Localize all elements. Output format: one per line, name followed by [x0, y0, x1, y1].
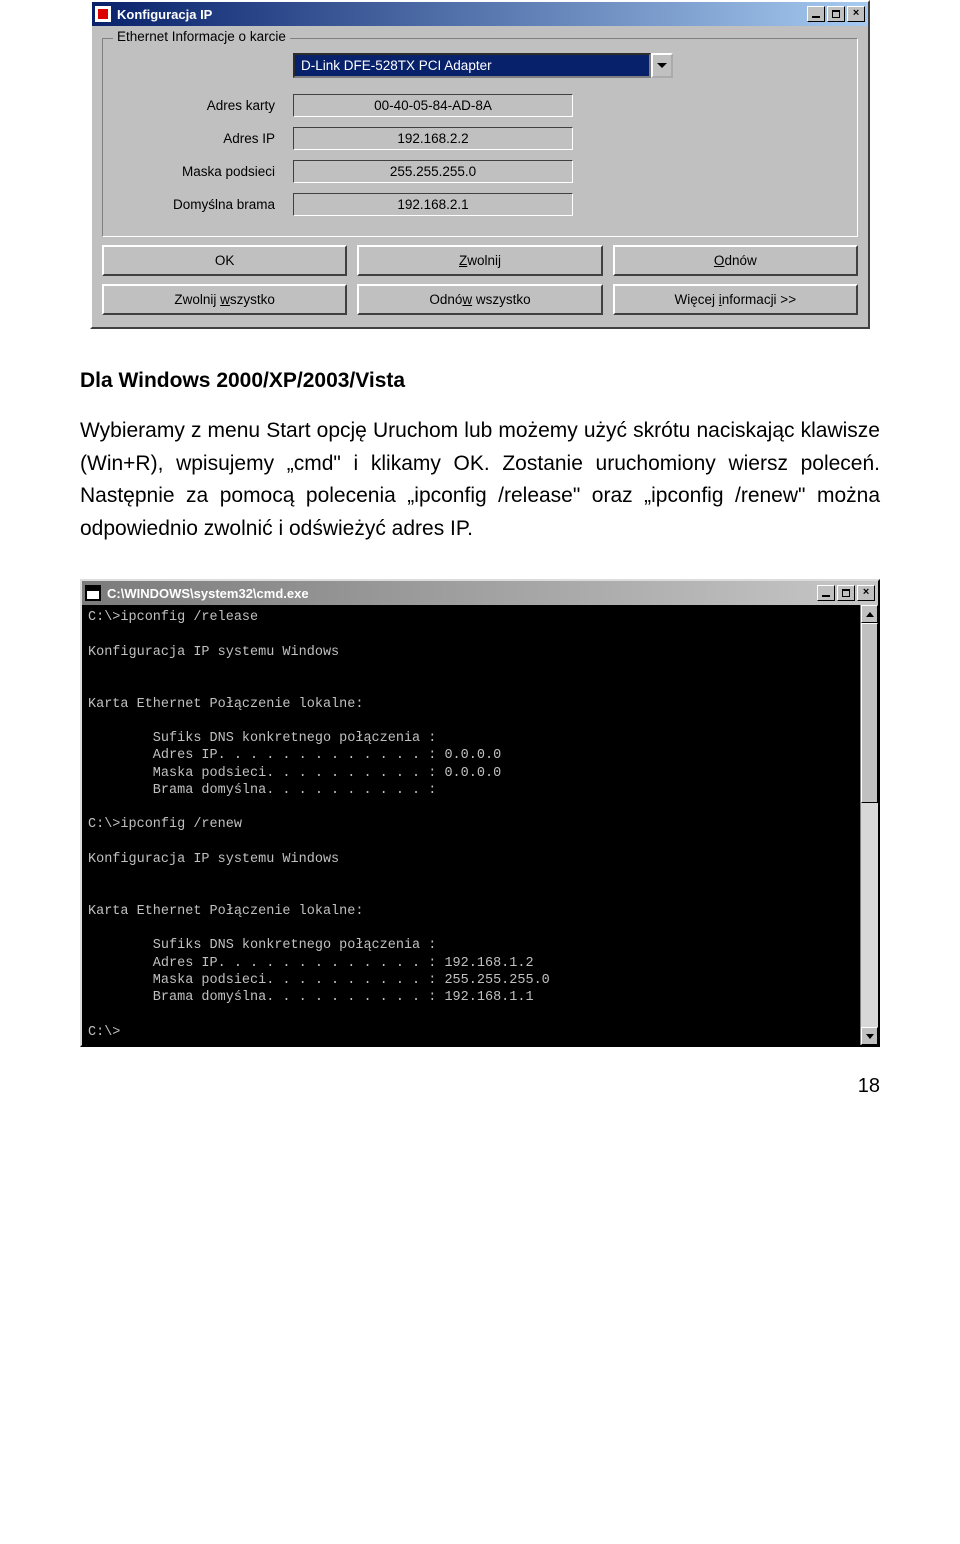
value-ip-address: 192.168.2.2	[293, 127, 573, 150]
field-row: Maska podsieci 255.255.255.0	[113, 160, 847, 183]
field-row: Adres IP 192.168.2.2	[113, 127, 847, 150]
ip-config-icon	[95, 6, 111, 22]
label-ip-address: Adres IP	[113, 131, 293, 146]
page-number: 18	[80, 1075, 880, 1098]
cmd-output: C:\>ipconfig /release Konfiguracja IP sy…	[82, 605, 860, 1045]
minimize-button[interactable]	[807, 6, 825, 22]
ip-config-titlebar[interactable]: Konfiguracja IP ×	[92, 2, 868, 26]
scroll-down-button[interactable]	[861, 1027, 878, 1045]
close-button[interactable]: ×	[857, 585, 875, 601]
scroll-up-button[interactable]	[861, 605, 878, 623]
adapter-dropdown[interactable]: D-Link DFE-528TX PCI Adapter	[293, 53, 673, 78]
ip-config-window: Konfiguracja IP × Ethernet Informacje o …	[90, 0, 870, 329]
section-paragraph: Wybieramy z menu Start opcję Uruchom lub…	[80, 415, 880, 545]
section-heading: Dla Windows 2000/XP/2003/Vista	[80, 369, 880, 393]
field-row: Domyślna brama 192.168.2.1	[113, 193, 847, 216]
scroll-track[interactable]	[861, 803, 878, 1027]
cmd-icon	[85, 585, 101, 601]
renew-button[interactable]: Odnów	[613, 245, 858, 276]
label-default-gateway: Domyślna brama	[113, 197, 293, 212]
value-subnet-mask: 255.255.255.0	[293, 160, 573, 183]
ethernet-groupbox: Ethernet Informacje o karcie D-Link DFE-…	[102, 38, 858, 237]
chevron-down-icon[interactable]	[651, 53, 673, 78]
field-row: Adres karty 00-40-05-84-AD-8A	[113, 94, 847, 117]
ip-config-title: Konfiguracja IP	[117, 7, 212, 22]
cmd-title: C:\WINDOWS\system32\cmd.exe	[107, 586, 309, 601]
maximize-button[interactable]	[837, 585, 855, 601]
release-button[interactable]: Zwolnij	[357, 245, 602, 276]
cmd-window: C:\WINDOWS\system32\cmd.exe × C:\>ipconf…	[80, 579, 880, 1047]
scrollbar[interactable]	[860, 605, 878, 1045]
release-all-button[interactable]: Zwolnij wszystko	[102, 284, 347, 315]
renew-all-button[interactable]: Odnów wszystko	[357, 284, 602, 315]
scroll-thumb[interactable]	[861, 623, 878, 803]
label-card-address: Adres karty	[113, 98, 293, 113]
groupbox-legend: Ethernet Informacje o karcie	[113, 29, 290, 44]
more-info-button[interactable]: Więcej informacji >>	[613, 284, 858, 315]
value-card-address: 00-40-05-84-AD-8A	[293, 94, 573, 117]
minimize-button[interactable]	[817, 585, 835, 601]
ok-button[interactable]: OK	[102, 245, 347, 276]
cmd-titlebar[interactable]: C:\WINDOWS\system32\cmd.exe ×	[82, 581, 878, 605]
label-subnet-mask: Maska podsieci	[113, 164, 293, 179]
adapter-selected: D-Link DFE-528TX PCI Adapter	[293, 53, 651, 78]
maximize-button[interactable]	[827, 6, 845, 22]
close-button[interactable]: ×	[847, 6, 865, 22]
value-default-gateway: 192.168.2.1	[293, 193, 573, 216]
